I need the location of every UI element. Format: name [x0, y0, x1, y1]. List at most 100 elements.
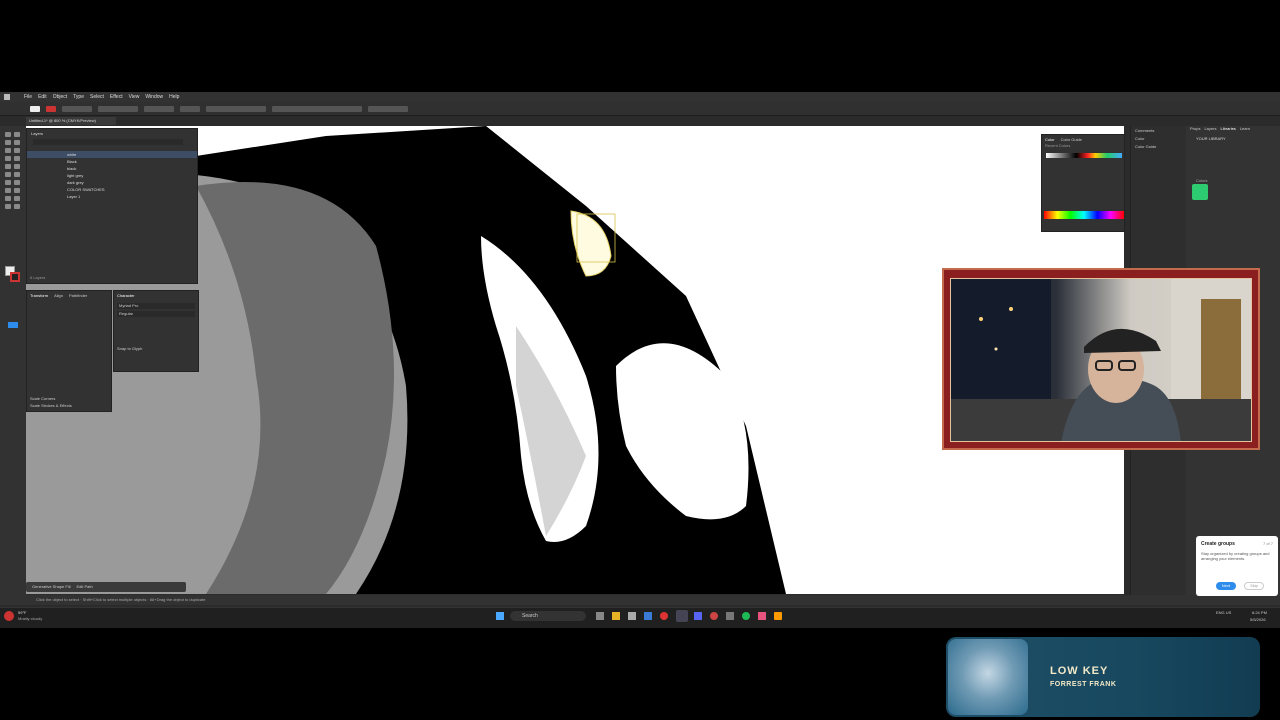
- next-button[interactable]: Next: [1216, 582, 1236, 590]
- dock-item-color[interactable]: Color: [1135, 136, 1145, 141]
- style-field[interactable]: [180, 105, 200, 112]
- layer-row[interactable]: Layer 1: [27, 193, 197, 200]
- menu-edit[interactable]: Edit: [38, 92, 47, 102]
- brush-tool-icon[interactable]: [14, 156, 20, 161]
- rotate-tool-icon[interactable]: [5, 172, 11, 177]
- tab-transform[interactable]: Transform: [30, 293, 48, 298]
- direct-selection-tool-icon[interactable]: [14, 132, 20, 137]
- shape-builder-tool-icon[interactable]: [14, 180, 20, 185]
- layer-row[interactable]: COLOR SWATCHES: [27, 186, 197, 193]
- tab-props[interactable]: Props: [1190, 126, 1200, 131]
- library-color-swatch[interactable]: [1192, 184, 1208, 200]
- transform-fields[interactable]: [272, 105, 362, 112]
- menu-window[interactable]: Window: [145, 92, 163, 102]
- tab-layers[interactable]: Layers: [1204, 126, 1216, 131]
- discord-icon[interactable]: [694, 612, 702, 620]
- tab-color[interactable]: Color: [1045, 137, 1055, 142]
- tab-libraries[interactable]: Libraries: [1220, 126, 1235, 131]
- scale-strokes-checkbox[interactable]: Scale Strokes & Effects: [30, 403, 72, 408]
- line-tool-icon[interactable]: [14, 148, 20, 153]
- stroke-swatch[interactable]: [46, 105, 56, 112]
- menu-object[interactable]: Object: [53, 92, 67, 102]
- dock-item-color-guide[interactable]: Color Guide: [1135, 144, 1156, 149]
- skip-button[interactable]: Skip: [1244, 582, 1264, 590]
- screen-mode-icon[interactable]: [8, 322, 18, 328]
- taskbar-search[interactable]: Search: [510, 611, 586, 621]
- colors-label: Colors: [1196, 178, 1208, 183]
- rectangle-tool-icon[interactable]: [5, 156, 11, 161]
- font-style-select[interactable]: Regular: [117, 311, 195, 317]
- stroke-color-icon[interactable]: [10, 272, 20, 282]
- tools-panel: [0, 126, 26, 596]
- type-tool-icon[interactable]: [5, 148, 11, 153]
- weather-icon[interactable]: [4, 611, 14, 621]
- width-tool-icon[interactable]: [5, 180, 11, 185]
- eraser-tool-icon[interactable]: [14, 164, 20, 169]
- variable-width-field[interactable]: [98, 105, 138, 112]
- layer-row[interactable]: dark grey: [27, 179, 197, 186]
- recent-swatches[interactable]: [1046, 153, 1122, 158]
- align-controls[interactable]: [206, 105, 266, 112]
- clock-date: 5/5/2026: [1250, 617, 1266, 622]
- menu-type[interactable]: Type: [73, 92, 84, 102]
- gradient-tool-icon[interactable]: [5, 188, 11, 193]
- hand-tool-icon[interactable]: [5, 204, 11, 209]
- pencil-tool-icon[interactable]: [5, 164, 11, 169]
- app-icon[interactable]: [628, 612, 636, 620]
- tab-color-guide[interactable]: Color Guide: [1061, 137, 1082, 142]
- color-spectrum[interactable]: [1044, 211, 1124, 219]
- layer-row[interactable]: white: [27, 151, 197, 158]
- scale-tool-icon[interactable]: [14, 172, 20, 177]
- generative-shape-fill-button[interactable]: Generative Shape Fill: [32, 582, 70, 592]
- file-explorer-icon[interactable]: [612, 612, 620, 620]
- obs-icon[interactable]: [676, 610, 688, 622]
- blend-tool-icon[interactable]: [5, 196, 11, 201]
- tab-align[interactable]: Align: [54, 293, 63, 298]
- selection-tool-icon[interactable]: [5, 132, 11, 137]
- menu-view[interactable]: View: [129, 92, 140, 102]
- document-tab[interactable]: Untitled-1* @ 800 % (CMYK/Preview): [26, 117, 116, 125]
- tab-pathfinder[interactable]: Pathfinder: [69, 293, 87, 298]
- edge-icon[interactable]: [644, 612, 652, 620]
- task-view-icon[interactable]: [596, 612, 604, 620]
- song-title: LOW KEY: [1050, 665, 1109, 677]
- webcam-overlay: [942, 268, 1260, 450]
- eyedropper-tool-icon[interactable]: [14, 188, 20, 193]
- illustrator-icon[interactable]: [774, 612, 782, 620]
- layer-row[interactable]: black: [27, 165, 197, 172]
- menu-select[interactable]: Select: [90, 92, 104, 102]
- clock-time[interactable]: 6:24 PM: [1252, 610, 1267, 615]
- dock-item-comments[interactable]: Comments: [1135, 128, 1154, 133]
- character-panel: Character Myriad Pro Regular Snap to Gly…: [113, 290, 199, 372]
- arrange-controls[interactable]: [368, 105, 408, 112]
- app-icon[interactable]: [758, 612, 766, 620]
- edit-path-button[interactable]: Edit Path: [76, 582, 92, 592]
- scale-corners-checkbox[interactable]: Scale Corners: [30, 396, 55, 401]
- zoom-tool-icon[interactable]: [14, 204, 20, 209]
- layer-row[interactable]: light grey: [27, 172, 197, 179]
- app-icon[interactable]: [710, 612, 718, 620]
- menu-help[interactable]: Help: [169, 92, 179, 102]
- artboard-tool-icon[interactable]: [14, 196, 20, 201]
- menu-effect[interactable]: Effect: [110, 92, 123, 102]
- font-family-select[interactable]: Myriad Pro: [117, 303, 195, 309]
- album-art: [948, 639, 1028, 715]
- language-indicator[interactable]: ENG US: [1216, 610, 1231, 615]
- control-bar: [0, 102, 1280, 116]
- curvature-tool-icon[interactable]: [14, 140, 20, 145]
- windows-start-icon[interactable]: [496, 612, 504, 620]
- snap-to-glyph-label: Snap to Glyph: [117, 346, 143, 351]
- layer-row[interactable]: Black: [27, 158, 197, 165]
- menu-file[interactable]: File: [24, 92, 32, 102]
- app-icon[interactable]: [726, 612, 734, 620]
- tab-learn[interactable]: Learn: [1240, 126, 1250, 131]
- weather-temp: 59°F: [18, 610, 27, 615]
- chrome-icon[interactable]: [660, 612, 668, 620]
- pen-tool-icon[interactable]: [5, 140, 11, 145]
- home-icon[interactable]: [4, 94, 10, 100]
- opacity-field[interactable]: [144, 105, 174, 112]
- stroke-weight-field[interactable]: [62, 105, 92, 112]
- fill-swatch[interactable]: [30, 105, 40, 112]
- layers-search-input[interactable]: [33, 139, 183, 145]
- spotify-icon[interactable]: [742, 612, 750, 620]
